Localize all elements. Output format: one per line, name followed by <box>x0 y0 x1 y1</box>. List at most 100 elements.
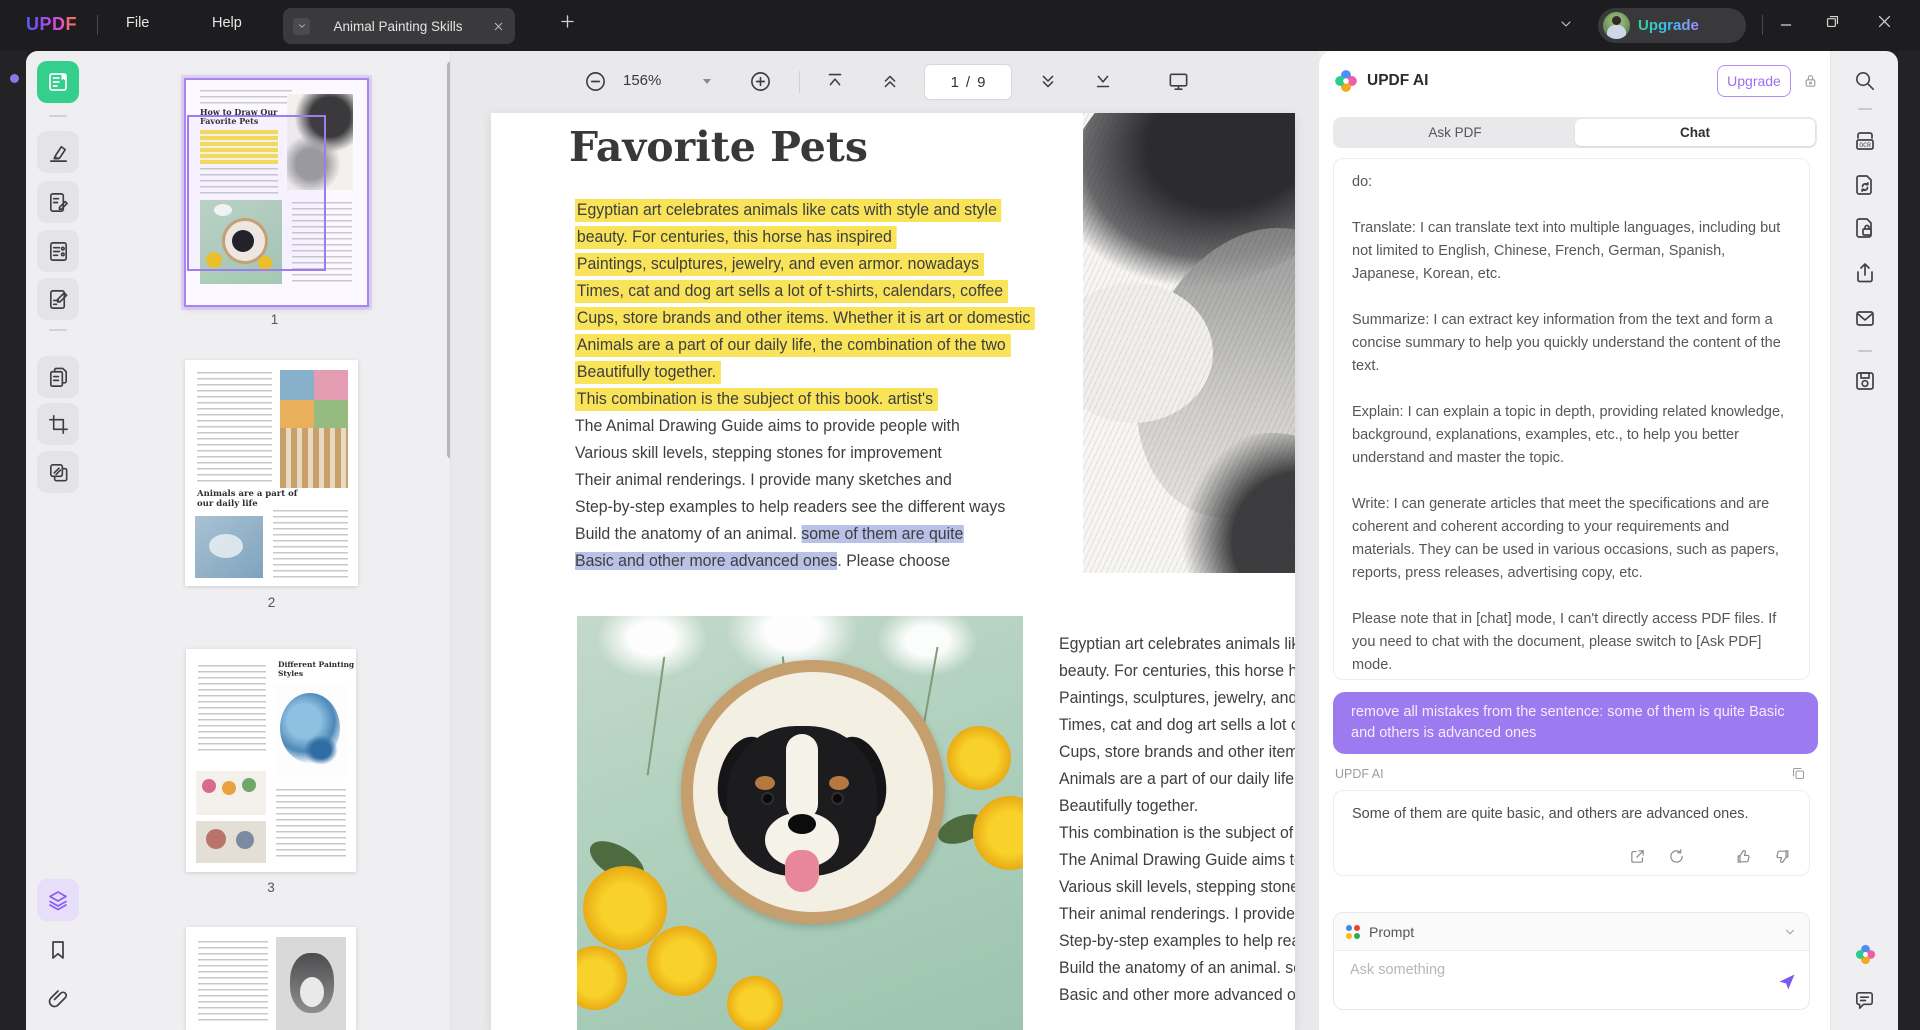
prompt-dropdown[interactable]: Prompt <box>1334 913 1809 951</box>
tab-ask-pdf[interactable]: Ask PDF <box>1335 119 1575 146</box>
text-line-column2: Their animal renderings. I provide many … <box>1059 901 1295 928</box>
zoom-in-button[interactable] <box>749 70 772 93</box>
sidebar-item-edit-page[interactable] <box>37 230 79 272</box>
app-content: How to Draw Our Favorite Pets 1 <box>26 51 1898 1030</box>
menu-file[interactable]: File <box>126 15 149 31</box>
page-number-input[interactable]: 1 / 9 <box>924 64 1012 100</box>
pdf-page: Favorite Pets Egyptian art celebrates an… <box>491 113 1295 1030</box>
highlighted-text-line: Animals are a part of our daily life, th… <box>575 334 1011 357</box>
titlebar-divider <box>1762 15 1763 35</box>
sidebar-item-highlighter[interactable] <box>37 131 79 173</box>
sidebar-item-fill-sign[interactable] <box>37 278 79 320</box>
sidebar-divider <box>49 115 67 117</box>
sidebar-item-comment[interactable] <box>37 181 79 223</box>
text-line-column2: Times, cat and dog art sells a lot of t-… <box>1059 712 1295 739</box>
ai-response-card: Some of them are quite basic, and others… <box>1333 790 1810 876</box>
assistant-paragraph: Please note that in [chat] mode, I can't… <box>1352 608 1791 677</box>
titlebar-divider <box>97 15 98 35</box>
zoom-dropdown-icon[interactable] <box>703 79 711 84</box>
text-line-mixed: Basic and other more advanced ones. Plea… <box>575 548 1026 575</box>
sidebar-item-thumbnails[interactable] <box>37 879 79 921</box>
thumbnail-page-2[interactable]: Animals are a part of our daily life <box>185 360 358 586</box>
send-icon[interactable] <box>1777 972 1797 997</box>
convert-icon[interactable] <box>1853 173 1877 197</box>
text-line-column2: Step-by-step examples to help readers se… <box>1059 928 1295 955</box>
minimize-button[interactable] <box>1778 17 1794 33</box>
next-page-button[interactable] <box>1037 70 1059 92</box>
comments-icon[interactable] <box>1853 989 1876 1012</box>
text-line-column2: Beautifully together. <box>1059 793 1295 820</box>
ocr-icon[interactable]: OCR <box>1853 129 1877 153</box>
prompt-label: Prompt <box>1369 924 1783 940</box>
text-line-column2: Paintings, sculptures, jewelry, and even… <box>1059 685 1295 712</box>
share-icon[interactable] <box>1853 261 1877 285</box>
copy-icon[interactable] <box>1791 766 1806 781</box>
sidebar-item-organize-pages[interactable] <box>37 356 79 398</box>
previous-page-button[interactable] <box>879 70 901 92</box>
close-button[interactable] <box>1876 13 1893 30</box>
open-external-icon[interactable] <box>1629 848 1646 865</box>
window-right-edge <box>1898 51 1920 1030</box>
text-line: Various skill levels, stepping stones fo… <box>575 440 1026 467</box>
text-line-column2: beauty. For centuries, this horse has in… <box>1059 658 1295 685</box>
text-line-column2: Animals are a part of our daily life, th… <box>1059 766 1295 793</box>
first-page-button[interactable] <box>824 70 846 92</box>
text-line-column2: This combination is the subject of this … <box>1059 820 1295 847</box>
total-pages: 9 <box>977 74 985 91</box>
page-viewport-indicator[interactable] <box>187 115 326 271</box>
thumbs-up-icon[interactable] <box>1735 848 1752 865</box>
thumbnail-page-3-label: 3 <box>186 880 356 895</box>
sidebar-item-attachments[interactable] <box>46 988 70 1012</box>
regenerate-icon[interactable] <box>1668 848 1685 865</box>
toolbar-divider <box>799 71 800 93</box>
sidebar-divider <box>49 329 67 331</box>
highlighted-text-line: Egyptian art celebrates animals like cat… <box>575 199 1002 222</box>
thumbnail-page-1[interactable]: How to Draw Our Favorite Pets <box>184 78 369 307</box>
text-line-column2: Egyptian art celebrates animals like cat… <box>1059 631 1295 658</box>
ask-input[interactable] <box>1348 961 1732 979</box>
assistant-message: do:Translate: I can translate text into … <box>1333 158 1810 680</box>
lock-icon[interactable] <box>1802 72 1819 89</box>
updf-ai-logo-icon <box>1333 68 1359 99</box>
tab-title: Animal Painting Skills <box>310 19 486 34</box>
thumbnail-page-4[interactable] <box>186 927 356 1030</box>
sidebar-item-reader[interactable] <box>37 61 79 103</box>
prompt-grid-icon <box>1346 925 1360 939</box>
right-toolbar: OCR <box>1830 51 1898 1030</box>
thumbnail-panel: How to Draw Our Favorite Pets 1 <box>90 51 450 1030</box>
tab-chat[interactable]: Chat <box>1575 119 1815 146</box>
search-icon[interactable] <box>1853 69 1876 92</box>
new-tab-button[interactable] <box>558 12 577 31</box>
ai-assistant-icon[interactable] <box>1854 943 1877 971</box>
presentation-mode-button[interactable] <box>1167 70 1190 93</box>
thumbnail-page-3[interactable]: Different Painting Styles <box>186 649 356 872</box>
thumbnail-page-1-label: 1 <box>184 312 365 327</box>
account-upgrade-pill[interactable]: Upgrade <box>1598 8 1746 43</box>
chat-area[interactable]: do:Translate: I can translate text into … <box>1319 156 1830 1030</box>
restore-button[interactable] <box>1824 13 1841 30</box>
last-page-button[interactable] <box>1092 70 1114 92</box>
selected-text: Basic and other more advanced ones <box>575 552 837 570</box>
highlighted-text-line: Cups, store brands and other items. Whet… <box>575 307 1035 330</box>
protect-icon[interactable] <box>1853 216 1877 240</box>
highlighted-text-line: beauty. For centuries, this horse has in… <box>575 226 897 249</box>
zoom-level[interactable]: 156% <box>623 72 661 89</box>
sidebar-item-crop[interactable] <box>37 403 79 445</box>
zoom-out-button[interactable] <box>584 70 607 93</box>
thumbs-down-icon[interactable] <box>1774 848 1791 865</box>
mail-icon[interactable] <box>1853 306 1877 330</box>
ai-upgrade-button[interactable]: Upgrade <box>1717 65 1791 97</box>
window-left-edge <box>0 51 26 1030</box>
assistant-paragraph: Explain: I can explain a topic in depth,… <box>1352 401 1791 470</box>
sidebar-item-watermark[interactable] <box>37 451 79 493</box>
assistant-paragraph: Write: I can generate articles that meet… <box>1352 493 1791 585</box>
tab-close-icon[interactable] <box>492 20 505 33</box>
sidebar-item-bookmarks[interactable] <box>46 938 70 962</box>
pdf-title: Favorite Pets <box>569 123 868 171</box>
save-icon[interactable] <box>1853 369 1877 393</box>
highlighted-text-line: Times, cat and dog art sells a lot of t-… <box>575 280 1008 303</box>
document-tab[interactable]: Animal Painting Skills <box>283 8 515 44</box>
account-chevron-icon[interactable] <box>1558 16 1574 32</box>
menu-help[interactable]: Help <box>212 15 242 31</box>
tab-dropdown-icon[interactable] <box>293 18 310 35</box>
